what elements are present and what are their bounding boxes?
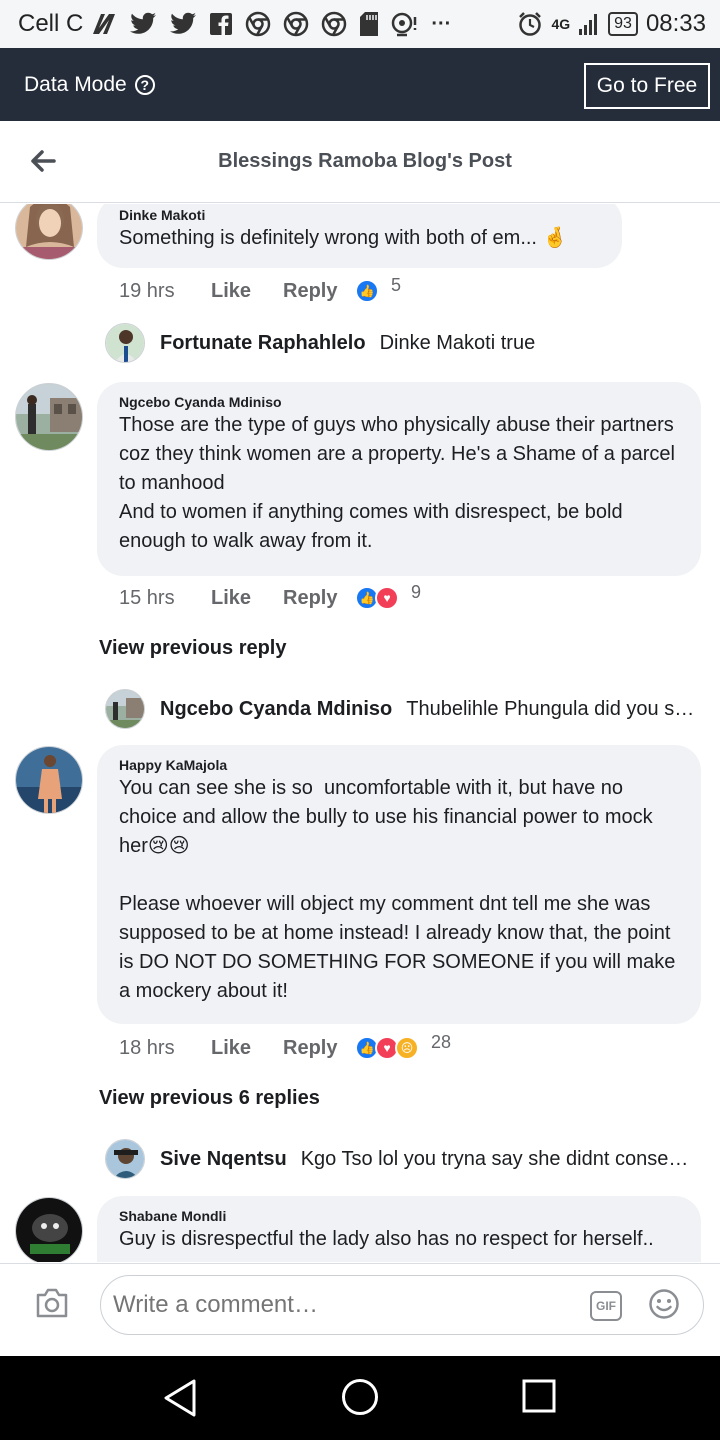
reply-preview[interactable]: Sive Nqentsu Kgo Tso lol you tryna say s…	[105, 1138, 695, 1180]
chrome-icon	[322, 11, 347, 37]
reply-button[interactable]: Reply	[283, 280, 355, 303]
sd-card-icon	[360, 12, 379, 36]
reaction-count: 28	[431, 1031, 452, 1052]
carrier-label: Cell C	[18, 10, 84, 37]
reply-author[interactable]: Sive Nqentsu	[160, 1148, 287, 1171]
avatar[interactable]	[105, 1139, 145, 1179]
avatar[interactable]	[105, 323, 145, 363]
sad-face-icon: ☹	[395, 1036, 419, 1060]
status-bar: Cell C ··· 4G 93 08:33	[0, 0, 720, 48]
reply-author[interactable]: Ngcebo Cyanda Mdiniso	[160, 698, 392, 721]
heart-icon: ♥	[375, 586, 399, 610]
comment-text: Those are the type of guys who physicall…	[119, 414, 675, 552]
nav-back-icon[interactable]	[162, 1378, 198, 1418]
notification-icons: ···	[91, 11, 451, 37]
reply-button[interactable]: Reply	[283, 587, 355, 610]
comment-author[interactable]: Shabane Mondli	[119, 1208, 679, 1225]
avatar[interactable]	[15, 204, 83, 260]
comment-author[interactable]: Happy KaMajola	[119, 757, 679, 774]
comment-bubble[interactable]: Happy KaMajola You can see she is so unc…	[97, 745, 701, 1024]
comments-feed[interactable]: Dinke Makoti Something is definitely wro…	[0, 204, 720, 1262]
notification-icon	[392, 12, 417, 37]
nav-recents-icon[interactable]	[522, 1379, 556, 1413]
nfc-icon	[93, 14, 116, 34]
camera-icon[interactable]	[34, 1286, 70, 1320]
reaction-count: 5	[391, 274, 402, 295]
reactions[interactable]: 👍	[355, 279, 379, 303]
facebook-icon	[210, 13, 233, 35]
comment-bubble[interactable]: Shabane Mondli Guy is disrespectful the …	[97, 1196, 701, 1262]
view-previous-replies[interactable]: View previous reply	[99, 637, 287, 660]
chrome-icon	[246, 11, 271, 37]
comment-bubble[interactable]: Dinke Makoti Something is definitely wro…	[97, 204, 622, 268]
comment-text: Guy is disrespectful the lady also has n…	[119, 1228, 654, 1250]
reply-text: Dinke Makoti true	[379, 331, 536, 354]
view-previous-replies[interactable]: View previous 6 replies	[99, 1087, 320, 1110]
comment-timestamp: 19 hrs	[119, 279, 175, 302]
signal-icon	[579, 14, 598, 35]
comment-actions: 18 hrs Like Reply 👍 ♥ ☹ 28	[119, 1032, 451, 1060]
reply-button[interactable]: Reply	[283, 1037, 355, 1060]
comment-text: Something is definitely wrong with both …	[119, 227, 568, 249]
avatar[interactable]	[105, 689, 145, 729]
android-nav-bar	[0, 1356, 720, 1440]
comment-bubble[interactable]: Ngcebo Cyanda Mdiniso Those are the type…	[97, 382, 701, 576]
avatar[interactable]	[15, 383, 83, 451]
reaction-count: 9	[411, 581, 422, 602]
comment-actions: 15 hrs Like Reply 👍 ♥ 9	[119, 582, 421, 610]
back-arrow-icon[interactable]	[28, 143, 56, 179]
like-button[interactable]: Like	[211, 587, 283, 610]
comment-timestamp: 15 hrs	[119, 586, 175, 609]
twitter-icon	[170, 12, 197, 34]
twitter-icon	[130, 12, 157, 34]
reply-author[interactable]: Fortunate Raphahlelo	[160, 332, 366, 355]
post-header: Blessings Ramoba Blog's Post	[0, 121, 720, 203]
reactions[interactable]: 👍 ♥	[355, 586, 399, 610]
comment-author[interactable]: Dinke Makoti	[119, 207, 600, 224]
comment-composer: GIF	[0, 1263, 720, 1356]
comment-actions: 19 hrs Like Reply 👍 5	[119, 275, 401, 303]
avatar[interactable]	[15, 1197, 83, 1262]
data-mode-bar: Data Mode ? Go to Free	[0, 48, 720, 121]
more-icon: ···	[431, 12, 452, 35]
battery-level: 93	[608, 12, 638, 36]
emoji-icon[interactable]	[648, 1288, 680, 1320]
reply-text: Kgo Tso lol you tryna say she didnt cons…	[300, 1147, 695, 1170]
alarm-icon	[519, 12, 542, 36]
reply-text: Thubelihle Phungula did you see ...	[406, 697, 695, 720]
help-icon[interactable]: ?	[134, 74, 155, 95]
reactions[interactable]: 👍 ♥ ☹	[355, 1036, 419, 1060]
clock: 08:33	[645, 10, 706, 37]
like-button[interactable]: Like	[211, 1037, 283, 1060]
chrome-icon	[284, 11, 309, 37]
network-type: 4G	[551, 16, 571, 32]
comment-text: You can see she is so uncomfortable with…	[119, 777, 676, 1002]
thumbs-up-icon: 👍	[355, 279, 379, 303]
gif-icon[interactable]: GIF	[590, 1291, 622, 1321]
reply-preview[interactable]: Ngcebo Cyanda Mdiniso Thubelihle Phungul…	[105, 688, 695, 730]
avatar[interactable]	[15, 746, 83, 814]
page-title: Blessings Ramoba Blog's Post	[218, 150, 512, 172]
like-button[interactable]: Like	[211, 280, 283, 303]
reply-preview[interactable]: Fortunate Raphahlelo Dinke Makoti true	[105, 322, 695, 364]
comment-timestamp: 18 hrs	[119, 1036, 175, 1059]
data-mode-label: Data Mode	[24, 72, 127, 96]
comment-author[interactable]: Ngcebo Cyanda Mdiniso	[119, 394, 679, 411]
nav-home-icon[interactable]	[341, 1378, 379, 1416]
go-to-free-button[interactable]: Go to Free	[584, 63, 710, 109]
